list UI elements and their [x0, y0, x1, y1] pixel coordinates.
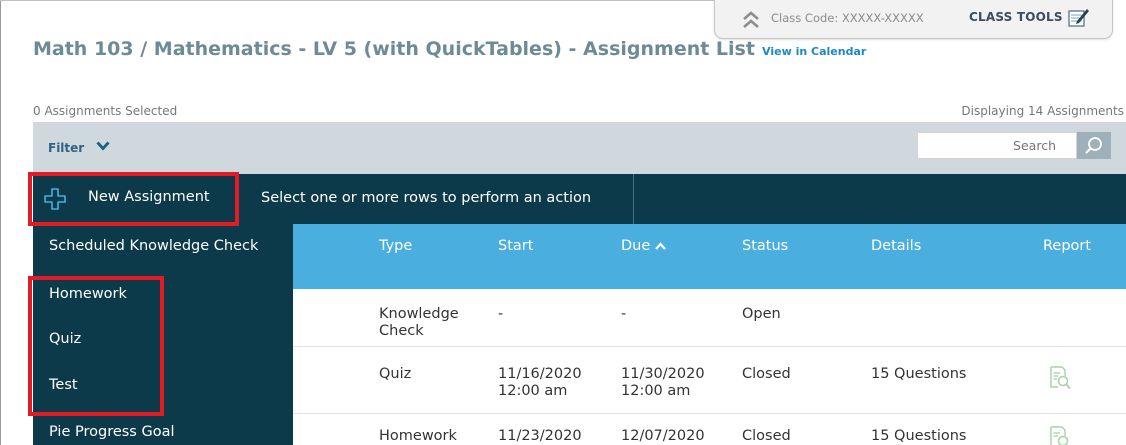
- displaying-count: Displaying 14 Assignments: [961, 104, 1124, 118]
- assignments-selected-count: 0 Assignments Selected: [33, 104, 178, 118]
- due-cell: -: [621, 306, 626, 323]
- frame-top-border: [0, 0, 714, 1]
- start-line-1: 11/23/2020: [498, 428, 582, 444]
- filter-toggle[interactable]: Filter: [48, 141, 84, 155]
- type-line-1: Homework: [379, 428, 457, 444]
- start-line-1: -: [498, 306, 504, 322]
- search-input[interactable]: [918, 133, 1076, 158]
- due-line-1: -: [621, 306, 627, 322]
- menu-item-quiz[interactable]: Quiz: [33, 331, 293, 371]
- menu-item-homework[interactable]: Homework: [33, 286, 293, 326]
- report-magnifier-icon[interactable]: [1049, 366, 1071, 390]
- search-box: [917, 132, 1077, 159]
- double-chevron-up-icon[interactable]: [742, 10, 760, 30]
- type-line-1: Knowledge: [379, 306, 459, 322]
- column-header-start[interactable]: Start: [498, 238, 533, 254]
- details-cell: 15 Questions: [871, 366, 967, 382]
- column-header-details[interactable]: Details: [871, 238, 921, 254]
- search-button[interactable]: [1077, 132, 1111, 159]
- pencil-notepad-icon[interactable]: [1068, 7, 1090, 27]
- details-cell: 15 Questions: [871, 428, 967, 444]
- action-hint-text: Select one or more rows to perform an ac…: [261, 190, 592, 206]
- start-cell: 11/23/2020: [498, 428, 582, 445]
- due-line-1: 11/30/2020: [621, 366, 705, 382]
- menu-item-pie-progress-goal[interactable]: Pie Progress Goal: [33, 424, 293, 445]
- page-title-text: Math 103 / Mathematics - LV 5 (with Quic…: [33, 38, 755, 60]
- start-cell: 11/16/2020 12:00 am: [498, 366, 582, 400]
- magnifier-icon: [1085, 137, 1102, 154]
- type-cell: Homework: [379, 428, 457, 445]
- new-assignment-dropdown: Scheduled Knowledge Check Homework Quiz …: [33, 224, 293, 445]
- column-header-status[interactable]: Status: [742, 238, 788, 254]
- class-tools-button[interactable]: CLASS TOOLS: [969, 10, 1063, 24]
- type-line-1: Quiz: [379, 366, 412, 382]
- filter-bar: Filter: [33, 122, 1126, 174]
- column-header-due-label: Due: [621, 238, 651, 254]
- action-bar-divider: [633, 174, 634, 224]
- page-title: Math 103 / Mathematics - LV 5 (with Quic…: [33, 38, 866, 60]
- due-cell: 12/07/2020: [621, 428, 705, 445]
- class-code-text: Class Code: XXXXX-XXXXX: [771, 11, 924, 25]
- new-assignment-label: New Assignment: [88, 189, 210, 205]
- action-bar: New Assignment Select one or more rows t…: [33, 174, 1126, 224]
- start-line-2: 12:00 am: [498, 383, 568, 399]
- menu-item-test[interactable]: Test: [33, 377, 293, 417]
- chevron-up-icon: [655, 242, 667, 250]
- new-assignment-button[interactable]: New Assignment: [33, 174, 235, 224]
- chevron-down-icon[interactable]: [96, 140, 110, 152]
- column-header-report[interactable]: Report: [1043, 238, 1091, 254]
- status-cell: Closed: [742, 366, 791, 382]
- status-cell: Open: [742, 306, 781, 322]
- frame-left-border: [0, 0, 1, 445]
- report-magnifier-icon[interactable]: [1049, 426, 1071, 445]
- type-cell: Quiz: [379, 366, 411, 383]
- class-tools-tab: Class Code: XXXXX-XXXXX CLASS TOOLS: [714, 0, 1113, 39]
- status-cell: Closed: [742, 428, 791, 444]
- menu-item-scheduled-knowledge-check[interactable]: Scheduled Knowledge Check: [33, 238, 293, 278]
- plus-outline-icon: [44, 188, 66, 210]
- due-cell: 11/30/2020 12:00 am: [621, 366, 705, 400]
- type-cell: Knowledge Check: [379, 306, 459, 340]
- due-line-2: 12:00 am: [621, 383, 691, 399]
- start-line-1: 11/16/2020: [498, 366, 582, 382]
- due-line-1: 12/07/2020: [621, 428, 705, 444]
- column-header-due[interactable]: Due: [621, 238, 667, 254]
- view-in-calendar-link[interactable]: View in Calendar: [762, 45, 866, 58]
- start-cell: -: [498, 306, 503, 323]
- column-header-type[interactable]: Type: [379, 238, 412, 254]
- type-line-2: Check: [379, 323, 424, 339]
